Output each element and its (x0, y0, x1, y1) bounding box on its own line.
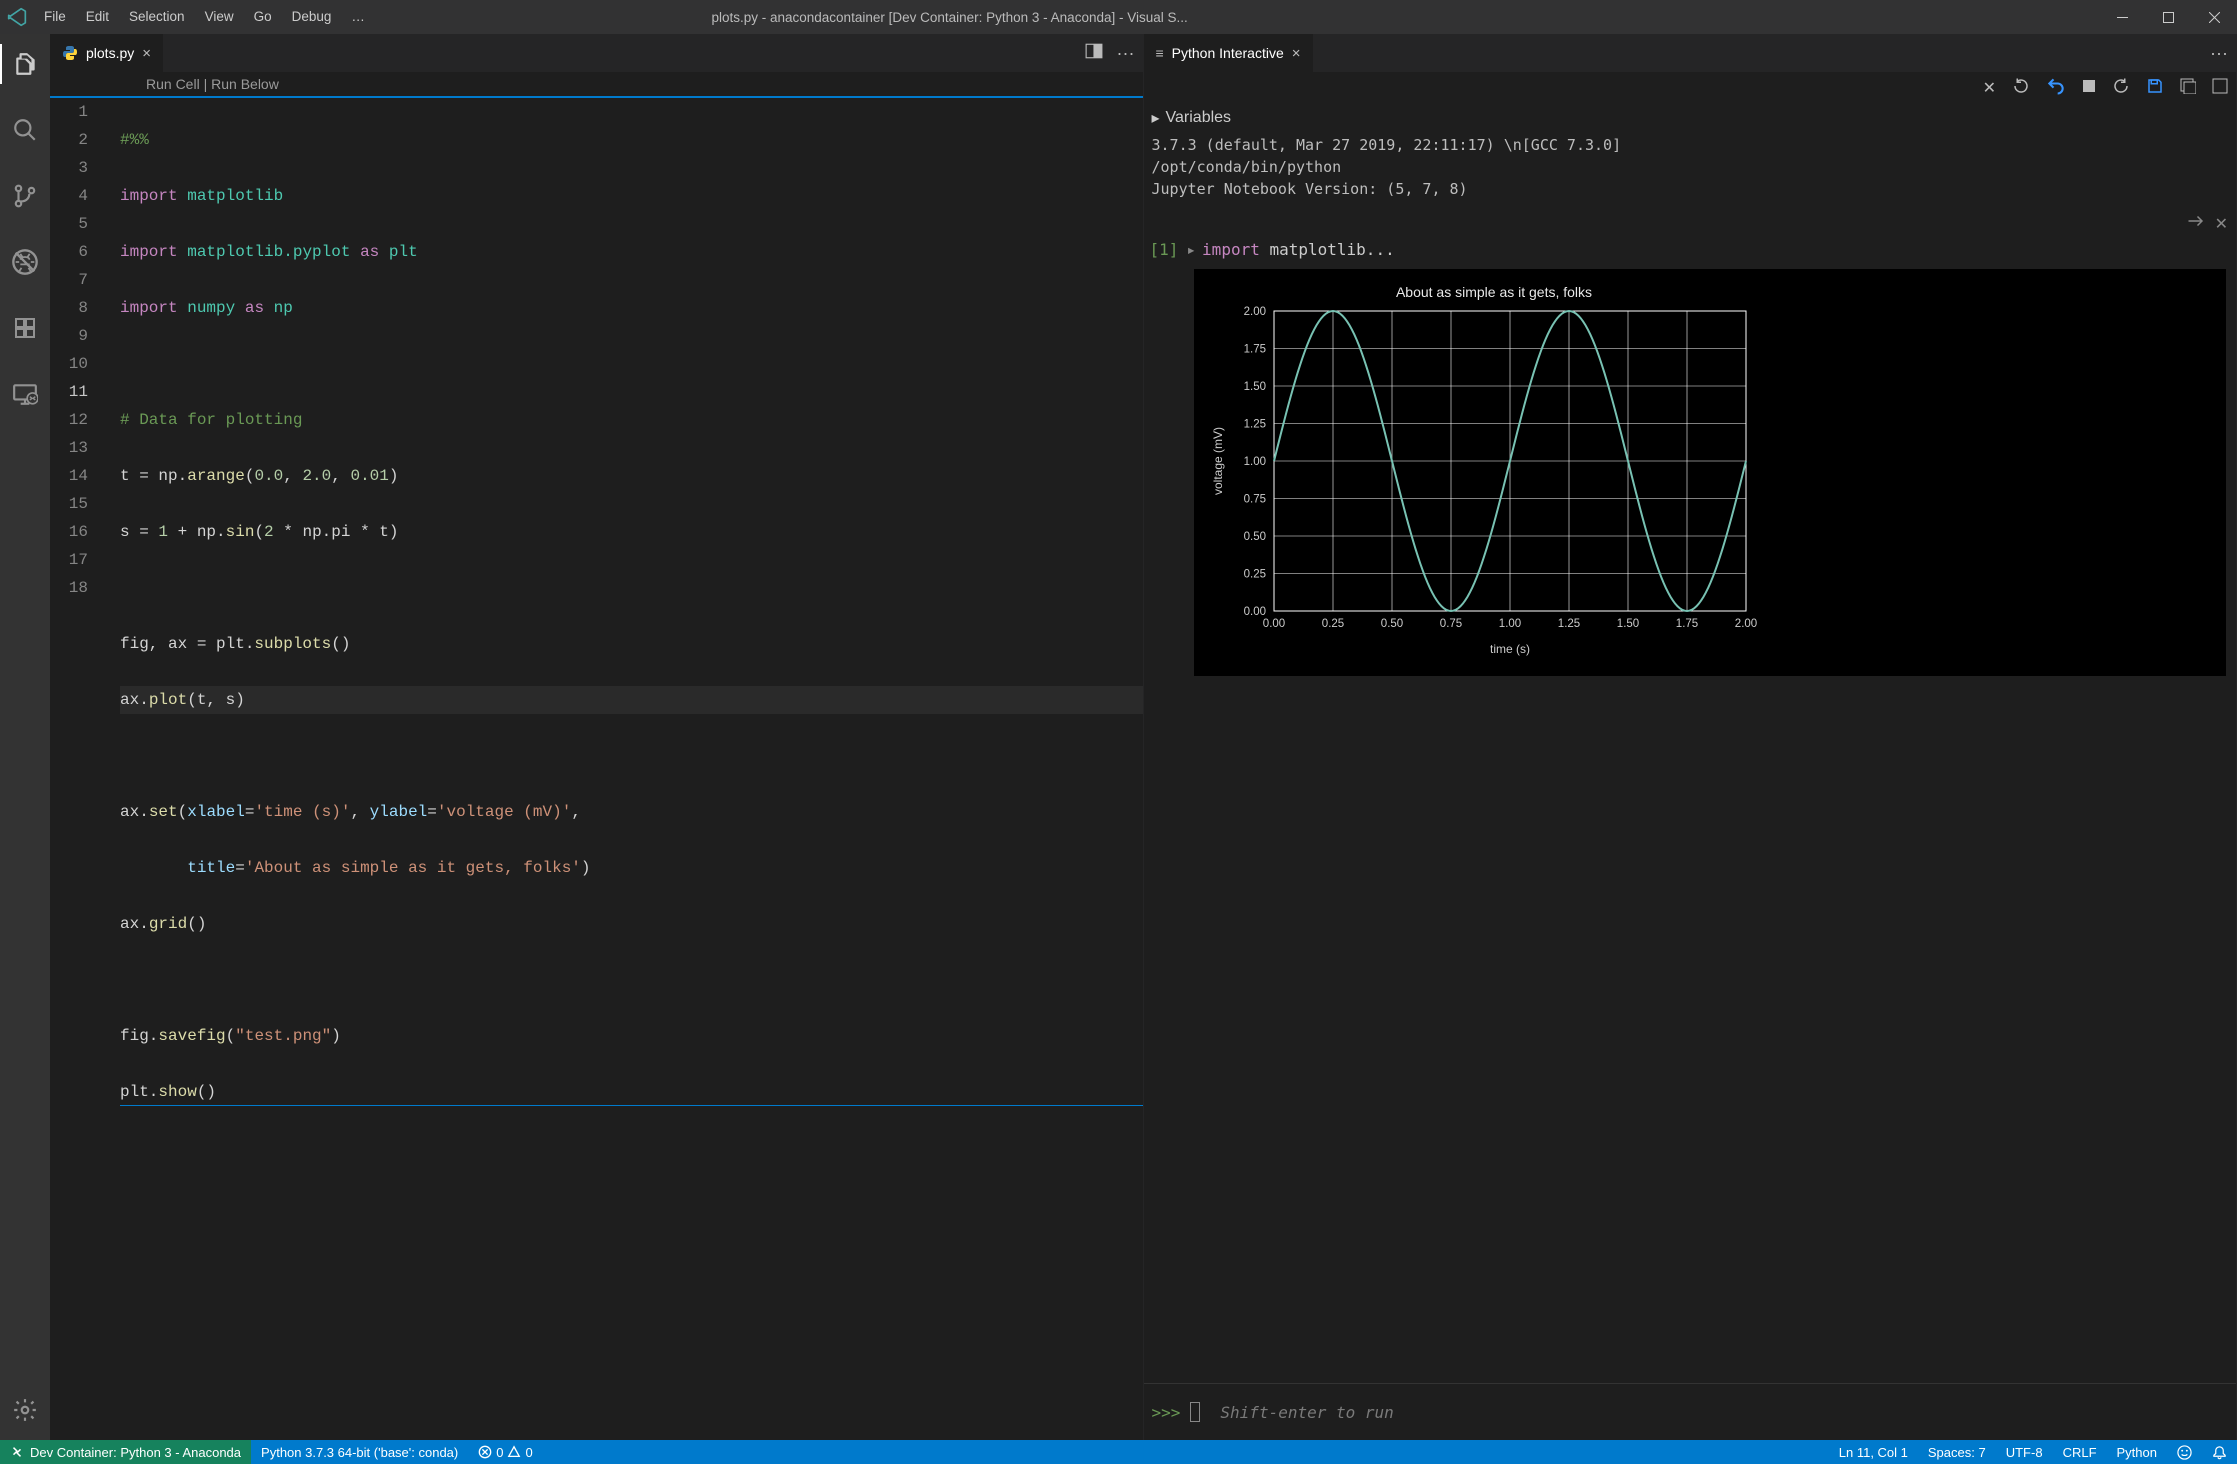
status-problems[interactable]: 0 0 (468, 1440, 542, 1464)
svg-text:0.50: 0.50 (1243, 531, 1265, 543)
svg-text:About as simple as it gets, fo: About as simple as it gets, folks (1395, 284, 1591, 300)
expand-icon[interactable] (2212, 78, 2228, 99)
status-bell-icon[interactable] (2202, 1440, 2237, 1464)
tab-bar-right: ≡ Python Interactive × ··· (1144, 34, 2237, 72)
svg-text:0.75: 0.75 (1243, 494, 1265, 506)
svg-text:1.25: 1.25 (1557, 618, 1579, 630)
svg-text:1.75: 1.75 (1675, 618, 1697, 630)
editor-group-left: plots.py × ··· Run Cell | Run Below 1234… (50, 34, 1144, 1440)
export-icon[interactable] (2180, 78, 2196, 99)
codelens-run-below[interactable]: Run Below (211, 76, 279, 92)
window-minimize-button[interactable] (2099, 0, 2145, 34)
tab-filename: plots.py (86, 45, 134, 61)
extensions-icon[interactable] (0, 308, 50, 348)
tab-python-interactive[interactable]: ≡ Python Interactive × (1144, 34, 1314, 72)
svg-text:1.25: 1.25 (1243, 419, 1265, 431)
codelens-row: Run Cell | Run Below (50, 72, 1143, 98)
interactive-toolbar: ✕ (1144, 72, 2237, 104)
editor-more-icon[interactable]: ··· (2210, 43, 2228, 64)
svg-text:1.00: 1.00 (1243, 456, 1265, 468)
line-number-gutter: 123456789101112131415161718 (50, 98, 110, 1440)
menu-bar: File Edit Selection View Go Debug … (34, 0, 375, 34)
window-maximize-button[interactable] (2145, 0, 2191, 34)
svg-text:0.25: 0.25 (1321, 618, 1343, 630)
code-content[interactable]: #%% import matplotlib import matplotlib.… (110, 98, 1143, 1440)
menu-view[interactable]: View (195, 0, 244, 34)
svg-text:1.50: 1.50 (1243, 381, 1265, 393)
cell-1[interactable]: [1] ▸ import matplotlib... (1144, 234, 2237, 265)
svg-text:1.00: 1.00 (1498, 618, 1520, 630)
refresh-icon[interactable] (2112, 77, 2130, 100)
menu-file[interactable]: File (34, 0, 76, 34)
debug-icon[interactable] (0, 242, 50, 282)
svg-text:0.00: 0.00 (1243, 606, 1265, 618)
undo-icon[interactable] (2046, 76, 2066, 101)
tab-plots-py[interactable]: plots.py × (50, 34, 164, 72)
plot-output: About as simple as it gets, folks 0.00 0.2… (1194, 269, 2227, 676)
variables-header[interactable]: ▸ Variables (1144, 104, 2237, 132)
source-control-icon[interactable] (0, 176, 50, 216)
svg-text:2.00: 2.00 (1243, 306, 1265, 318)
status-feedback-icon[interactable] (2167, 1440, 2202, 1464)
status-encoding[interactable]: UTF-8 (1996, 1440, 2053, 1464)
activity-bar (0, 34, 50, 1440)
repl-input-row[interactable]: >>> Shift-enter to run (1144, 1383, 2237, 1440)
status-cursor-pos[interactable]: Ln 11, Col 1 (1829, 1440, 1918, 1464)
kernel-info: 3.7.3 (default, Mar 27 2019, 22:11:17) \… (1144, 132, 2237, 214)
restart-icon[interactable] (2012, 77, 2030, 100)
title-bar: File Edit Selection View Go Debug … plot… (0, 0, 2237, 34)
interrupt-icon[interactable]: ✕ (1983, 78, 1996, 98)
svg-text:0.50: 0.50 (1380, 618, 1402, 630)
status-bar: Dev Container: Python 3 - Anaconda Pytho… (0, 1440, 2237, 1464)
window-title: plots.py - anacondacontainer [Dev Contai… (375, 10, 1524, 25)
editor-more-icon[interactable]: ··· (1117, 43, 1135, 64)
menu-go[interactable]: Go (244, 0, 282, 34)
tab-title: Python Interactive (1172, 45, 1284, 61)
menu-selection[interactable]: Selection (119, 0, 195, 34)
svg-text:voltage (mV): voltage (mV) (1211, 427, 1225, 495)
status-eol[interactable]: CRLF (2053, 1440, 2107, 1464)
svg-text:0.25: 0.25 (1243, 569, 1265, 581)
svg-text:1.50: 1.50 (1616, 618, 1638, 630)
chevron-right-icon[interactable]: ▸ (1186, 240, 1196, 259)
editor-group-right: ≡ Python Interactive × ··· ✕ ▸ (1144, 34, 2237, 1440)
codelens-run-cell[interactable]: Run Cell (146, 76, 200, 92)
status-python[interactable]: Python 3.7.3 64-bit ('base': conda) (251, 1440, 468, 1464)
code-editor[interactable]: 123456789101112131415161718 #%% import m… (50, 98, 1143, 1440)
status-language[interactable]: Python (2107, 1440, 2167, 1464)
repl-prompt: >>> (1152, 1403, 1181, 1422)
interactive-icon: ≡ (1156, 45, 1164, 61)
tab-bar-left: plots.py × ··· (50, 34, 1143, 72)
menu-debug[interactable]: Debug (282, 0, 342, 34)
tab-close-icon[interactable]: × (1292, 45, 1301, 62)
search-icon[interactable] (0, 110, 50, 150)
svg-text:time (s): time (s) (1490, 642, 1530, 656)
explorer-icon[interactable] (0, 44, 50, 84)
window-close-button[interactable] (2191, 0, 2237, 34)
svg-text:0.75: 0.75 (1439, 618, 1461, 630)
svg-text:1.75: 1.75 (1243, 344, 1265, 356)
cell-prompt: [1] (1150, 240, 1179, 259)
python-file-icon (62, 45, 78, 61)
repl-cursor (1190, 1402, 1200, 1422)
svg-text:0.00: 0.00 (1262, 618, 1284, 630)
status-remote[interactable]: Dev Container: Python 3 - Anaconda (0, 1440, 251, 1464)
cell-close-icon[interactable]: ✕ (2215, 214, 2228, 234)
menu-edit[interactable]: Edit (76, 0, 119, 34)
svg-text:2.00: 2.00 (1734, 618, 1756, 630)
tab-close-icon[interactable]: × (142, 45, 151, 62)
status-indent[interactable]: Spaces: 7 (1918, 1440, 1996, 1464)
menu-more[interactable]: … (341, 0, 375, 34)
goto-code-icon[interactable] (2187, 214, 2205, 234)
chevron-right-icon: ▸ (1152, 108, 1160, 128)
settings-gear-icon[interactable] (0, 1390, 50, 1430)
repl-placeholder: Shift-enter to run (1220, 1403, 1393, 1422)
split-editor-icon[interactable] (1085, 42, 1103, 65)
vscode-logo-icon (0, 7, 34, 27)
save-icon[interactable] (2146, 77, 2164, 100)
remote-explorer-icon[interactable] (0, 374, 50, 414)
sine-chart: About as simple as it gets, folks 0.00 0.2… (1204, 281, 1764, 661)
stop-icon[interactable] (2082, 79, 2096, 98)
